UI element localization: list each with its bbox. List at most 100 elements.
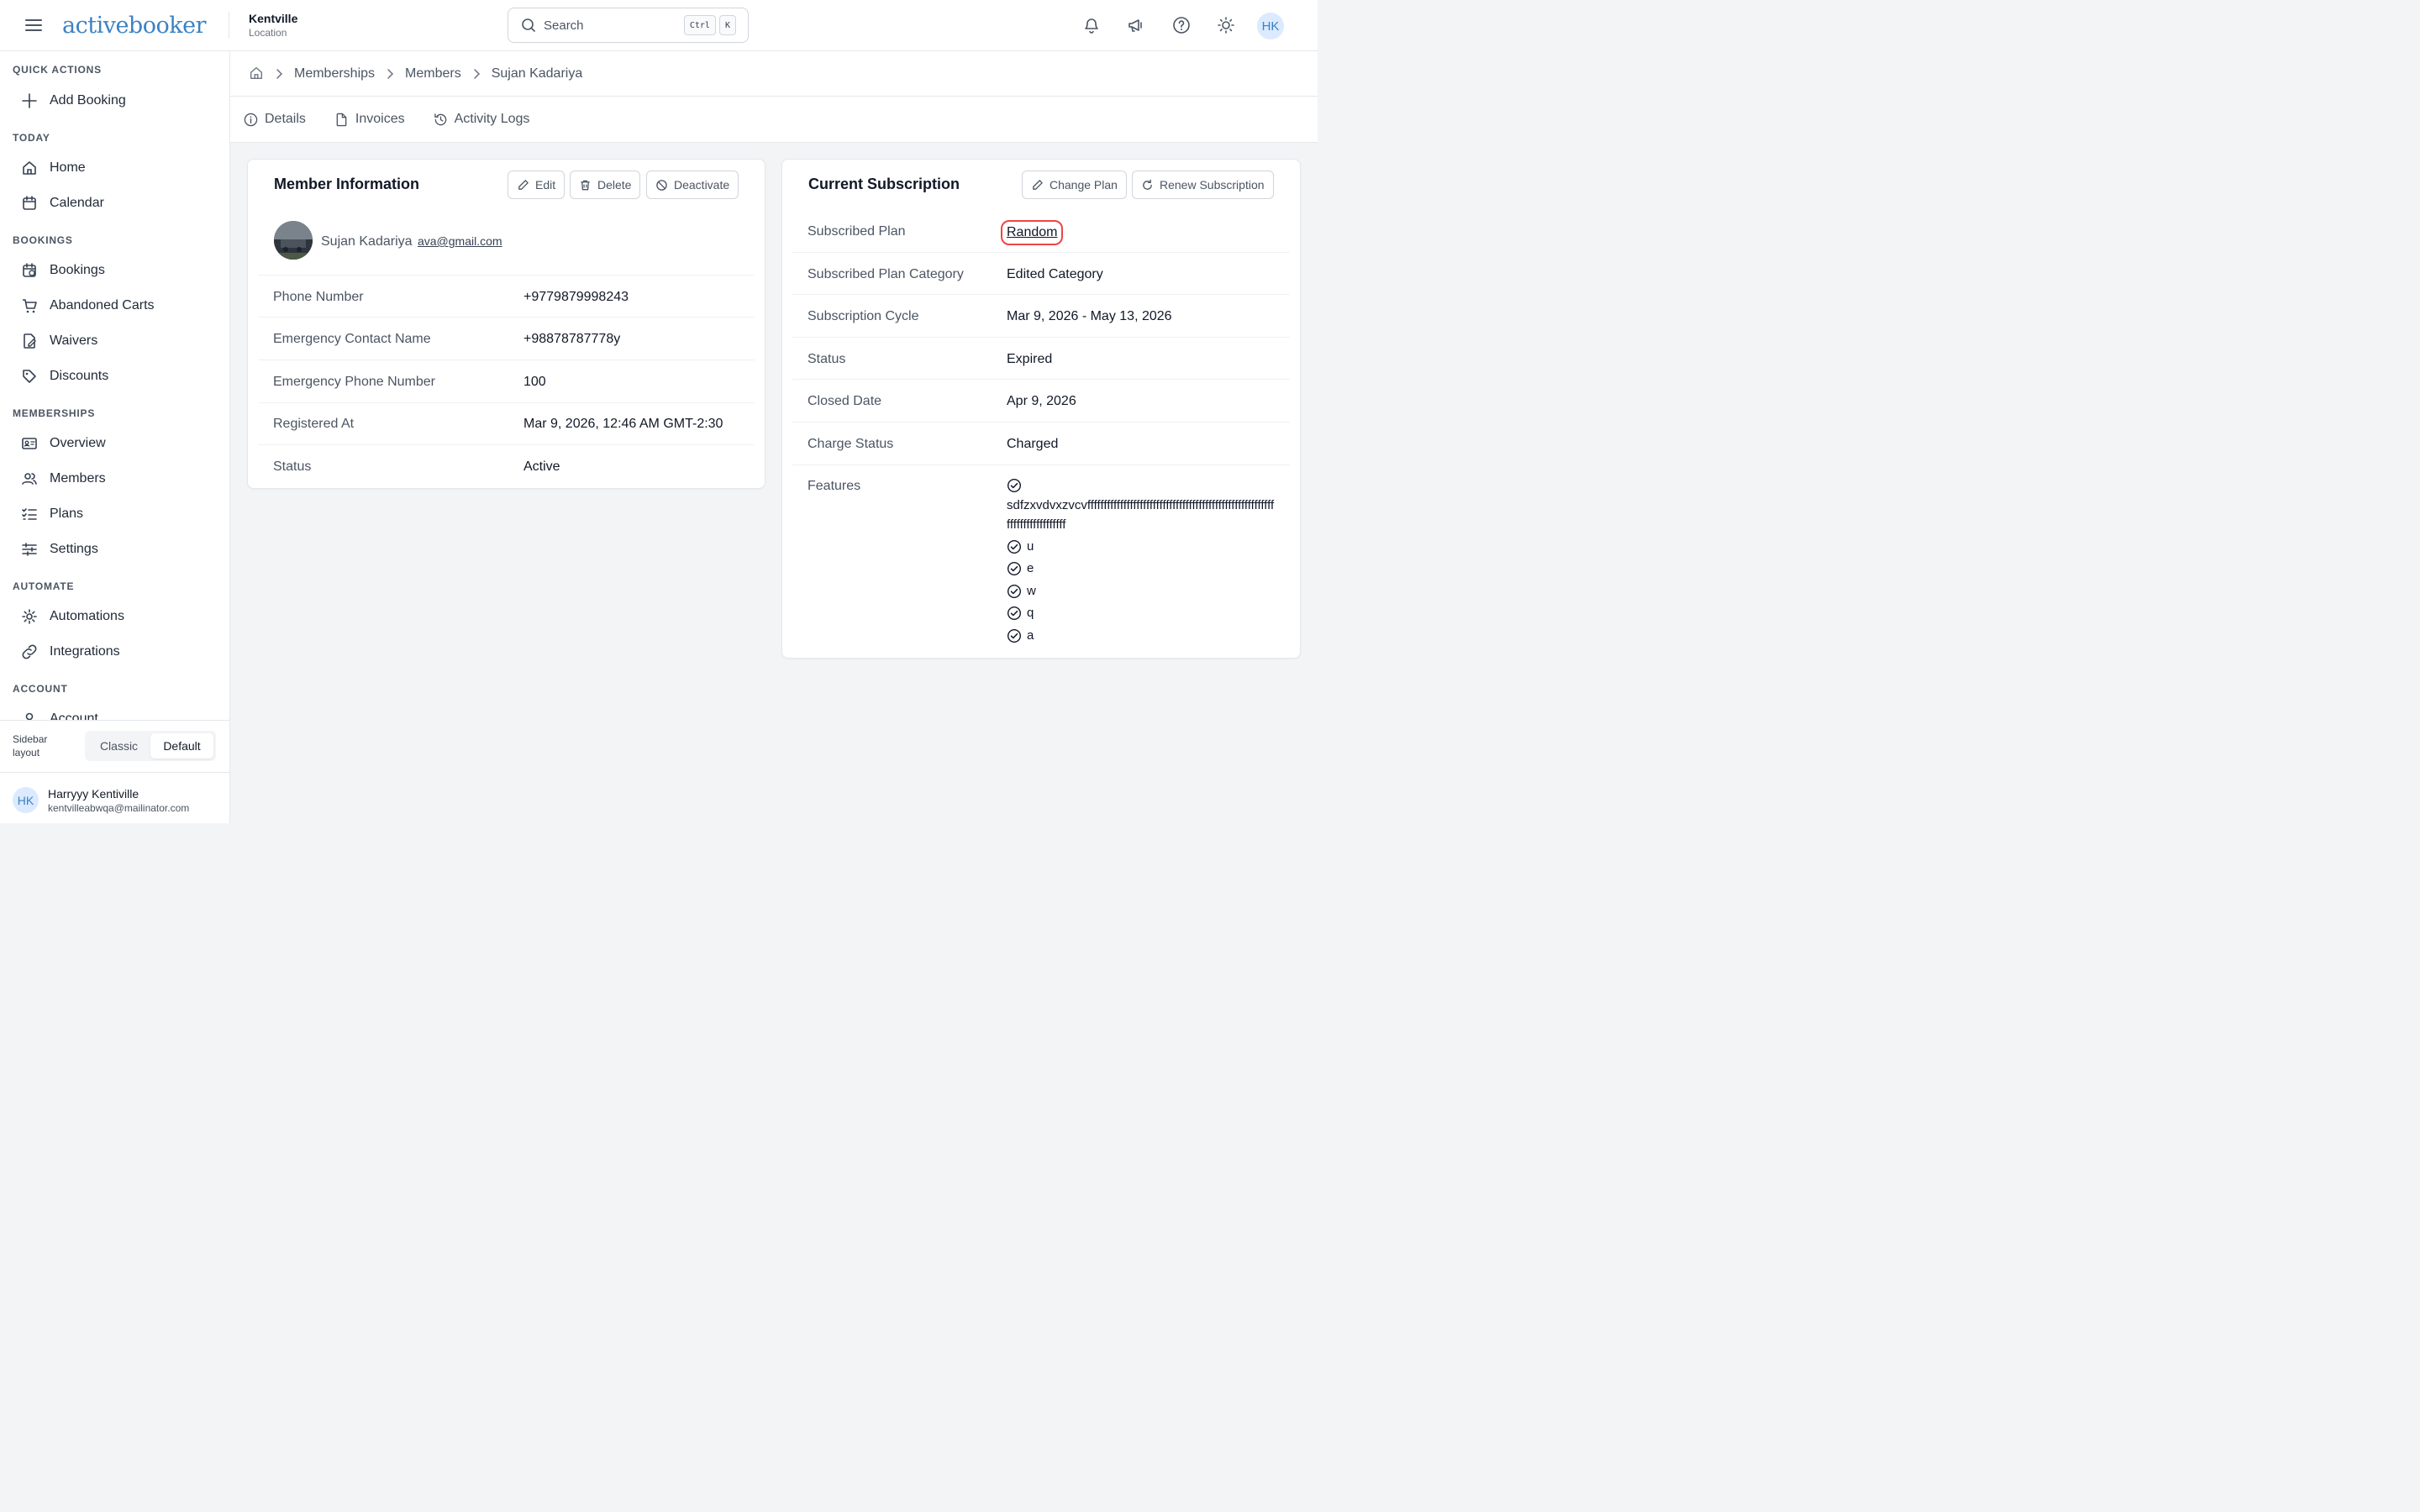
member-email-link[interactable]: ava@gmail.com [418,234,502,248]
calendar-icon [20,194,39,213]
feature-item: a [1007,628,1034,643]
sidebar-user-profile[interactable]: HK Harryyy Kentiville kentvilleabwqa@mai… [0,772,229,823]
sun-icon[interactable] [1215,14,1237,36]
field-label: Registered At [273,417,355,431]
feature-item-text: a [1027,628,1034,643]
pencil-icon [517,178,530,192]
avatar: HK [13,787,39,813]
sidebar-item-plans[interactable]: Plans [20,501,213,528]
field-row-subscription-cycle: Subscription Cycle Mar 9, 2026 - May 13,… [792,295,1290,338]
calendar-clock-icon [20,261,39,280]
ban-icon [655,178,669,192]
section-title-automate: AUTOMATE [13,580,75,592]
field-row-emergency-contact-name: Emergency Contact Name +98878787778y [258,318,755,360]
sidebar-item-waivers[interactable]: Waivers [20,328,213,354]
logo-text: activebooker [62,12,206,39]
feature-item-text: q [1027,606,1034,620]
delete-button[interactable]: Delete [570,171,641,199]
breadcrumb-memberships[interactable]: Memberships [294,66,375,81]
users-icon [20,470,39,488]
sidebar-item-members[interactable]: Members [20,465,213,492]
section-title-today: TODAY [13,132,50,144]
sidebar-item-add-booking[interactable]: Add Booking [20,87,213,114]
search-icon [522,18,535,32]
info-icon [244,112,259,127]
field-label: Subscribed Plan Category [808,267,964,281]
button-label: Edit [535,178,556,192]
field-label: Subscription Cycle [808,309,919,323]
feature-item: e [1007,561,1034,576]
sidebar-item-abandoned-carts[interactable]: Abandoned Carts [20,292,213,319]
pencil-icon [1031,178,1044,192]
field-row-plan-category: Subscribed Plan Category Edited Category [792,253,1290,295]
section-title-bookings: BOOKINGS [13,234,73,246]
edit-button[interactable]: Edit [508,171,566,199]
sidebar-item-integrations[interactable]: Integrations [20,638,213,665]
button-label: Deactivate [674,178,730,192]
sidebar-item-account[interactable]: Account [20,706,213,720]
plus-icon [20,92,39,110]
sidebar-item-home[interactable]: Home [20,155,213,181]
member-profile: Sujan Kadariya ava@gmail.com [321,234,502,249]
sidebar-item-calendar[interactable]: Calendar [20,190,213,217]
field-value: Edited Category [1007,267,1103,281]
bell-icon[interactable] [1081,14,1102,36]
sidebar-item-label: Automations [50,609,124,623]
sidebar-item-label: Waivers [50,333,98,348]
sidebar-item-automations[interactable]: Automations [20,603,213,630]
sidebar-item-label: Account [50,711,98,720]
status-badge: Expired [1007,352,1053,366]
refresh-icon [1141,178,1155,192]
sidebar-item-overview[interactable]: Overview [20,430,213,457]
subscribed-plan-link[interactable]: Random [1001,220,1064,245]
user-avatar[interactable]: HK [1257,13,1284,39]
sidebar-item-bookings[interactable]: Bookings [20,257,213,284]
feature-item-text: u [1027,539,1034,554]
sidebar-item-label: Integrations [50,644,120,659]
layout-option-default[interactable]: Default [150,733,213,759]
home-icon[interactable] [249,66,264,81]
sidebar-nav: QUICK ACTIONS Add Booking TODAY Home Cal… [0,51,229,720]
field-row-emergency-phone-number: Emergency Phone Number 100 [258,360,755,403]
chevron-right-icon [272,67,286,81]
card-title: Current Subscription [808,176,960,192]
sliders-icon [20,540,39,559]
sidebar-item-label: Home [50,160,86,175]
sidebar-item-label: Calendar [50,196,104,210]
renew-subscription-button[interactable]: Renew Subscription [1132,171,1274,199]
field-value: Apr 9, 2026 [1007,394,1076,408]
tab-label: Invoices [355,112,405,126]
top-bar: activebooker Kentville Location Search C… [0,0,1318,51]
sidebar-item-settings[interactable]: Settings [20,536,213,563]
sidebar-layout-switcher: Sidebar layout Classic Default [0,720,229,772]
feature-item-text: e [1027,561,1034,575]
tab-details[interactable]: Details [244,112,306,127]
search-input[interactable]: Search Ctrl K [508,8,749,43]
breadcrumb-members[interactable]: Members [405,66,461,81]
location-switcher[interactable]: Kentville Location [249,12,297,39]
change-plan-button[interactable]: Change Plan [1022,171,1127,199]
field-row-closed-date: Closed Date Apr 9, 2026 [792,380,1290,423]
field-value: 100 [523,375,546,389]
deactivate-button[interactable]: Deactivate [646,171,739,199]
field-row-status: Status Expired [792,338,1290,380]
sidebar: QUICK ACTIONS Add Booking TODAY Home Cal… [0,51,230,823]
sidebar-item-label: Bookings [50,263,105,277]
section-title-quick-actions: QUICK ACTIONS [13,64,102,76]
menu-icon[interactable] [24,16,43,34]
home-icon [20,159,39,177]
tag-icon [20,367,39,386]
help-icon[interactable] [1171,14,1192,36]
field-label: Emergency Phone Number [273,375,435,389]
brand-logo[interactable]: activebooker [62,8,206,42]
feature-item: w [1007,584,1036,599]
feature-item-text: w [1027,584,1036,598]
field-value: Mar 9, 2026, 12:46 AM GMT-2:30 [523,417,723,431]
megaphone-icon[interactable] [1125,14,1147,36]
layout-option-classic[interactable]: Classic [87,733,150,759]
check-circle-icon [1007,606,1022,621]
tab-label: Activity Logs [454,112,530,126]
sidebar-item-discounts[interactable]: Discounts [20,363,213,390]
tab-invoices[interactable]: Invoices [334,112,405,127]
tab-activity-logs[interactable]: Activity Logs [434,112,530,127]
